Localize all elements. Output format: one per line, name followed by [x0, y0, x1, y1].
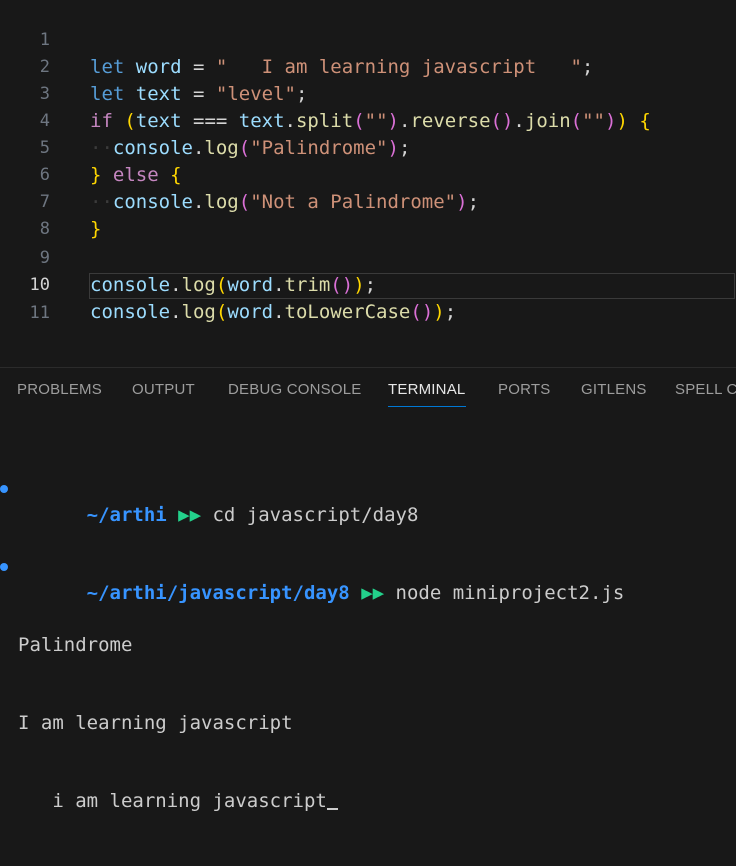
- active-tab-indicator: [388, 406, 466, 407]
- prompt-arrow-icon: ▶▶: [349, 582, 396, 604]
- output-text: I am learning javascript: [18, 712, 293, 734]
- terminal-line: Palindrome: [0, 632, 736, 658]
- tab-problems[interactable]: PROBLEMS: [17, 381, 102, 398]
- terminal-line: I am learning javascript: [0, 710, 736, 736]
- tab-output[interactable]: OUTPUT: [132, 381, 195, 398]
- terminal-output[interactable]: ~/arthi ▶▶ cd javascript/day8 ~/arthi/ja…: [0, 424, 736, 866]
- code-line[interactable]: 2 let text = "level";: [0, 27, 736, 105]
- code-editor[interactable]: 1 let word = " I am learning javascript …: [0, 0, 736, 367]
- terminal-cursor: [326, 808, 338, 810]
- code-line[interactable]: 11: [0, 273, 736, 323]
- tab-gitlens[interactable]: GITLENS: [581, 381, 647, 398]
- code-line[interactable]: 5 } else {: [0, 108, 736, 186]
- command-text: cd javascript/day8: [212, 504, 419, 526]
- terminal-line: ~/arthi/javascript/day8 ▶▶ node miniproj…: [0, 554, 736, 604]
- panel-tabs: PROBLEMS OUTPUT DEBUG CONSOLE TERMINAL P…: [0, 368, 736, 412]
- line-number: 11: [29, 303, 50, 323]
- code-line[interactable]: 8: [0, 189, 736, 239]
- terminal-line: i am learning javascript: [0, 788, 736, 814]
- code-text: console.log(word.toLowerCase());: [90, 301, 457, 323]
- tab-debug-console[interactable]: DEBUG CONSOLE: [228, 381, 361, 398]
- command-status-dot-icon[interactable]: [0, 563, 8, 571]
- code-line[interactable]: 1 let word = " I am learning javascript …: [0, 0, 736, 78]
- command-status-dot-icon[interactable]: [0, 485, 8, 493]
- output-text: i am learning javascript: [18, 790, 327, 812]
- code-line[interactable]: 3 if (text === text.split("").reverse().…: [0, 54, 736, 132]
- prompt-path: ~/arthi: [86, 504, 167, 526]
- code-line[interactable]: 4 ··console.log("Palindrome");: [0, 81, 736, 159]
- command-text: node miniproject2.js: [395, 582, 625, 604]
- code-line[interactable]: 9 console.log(word.trim());: [0, 218, 736, 296]
- prompt-arrow-icon: ▶▶: [166, 504, 213, 526]
- code-line[interactable]: 10 console.log(word.toLowerCase());: [0, 245, 736, 323]
- tab-ports[interactable]: PORTS: [498, 381, 550, 398]
- output-text: Palindrome: [18, 634, 133, 656]
- tab-spell-checker[interactable]: SPELL CH: [675, 381, 736, 398]
- code-line[interactable]: 6 ··console.log("Not a Palindrome");: [0, 135, 736, 213]
- prompt-path: ~/arthi/javascript/day8: [86, 582, 350, 604]
- tab-terminal[interactable]: TERMINAL: [388, 381, 465, 398]
- bottom-panel: PROBLEMS OUTPUT DEBUG CONSOLE TERMINAL P…: [0, 367, 736, 812]
- code-line[interactable]: 7 }: [0, 162, 736, 240]
- terminal-line: ~/arthi ▶▶ cd javascript/day8: [0, 476, 736, 526]
